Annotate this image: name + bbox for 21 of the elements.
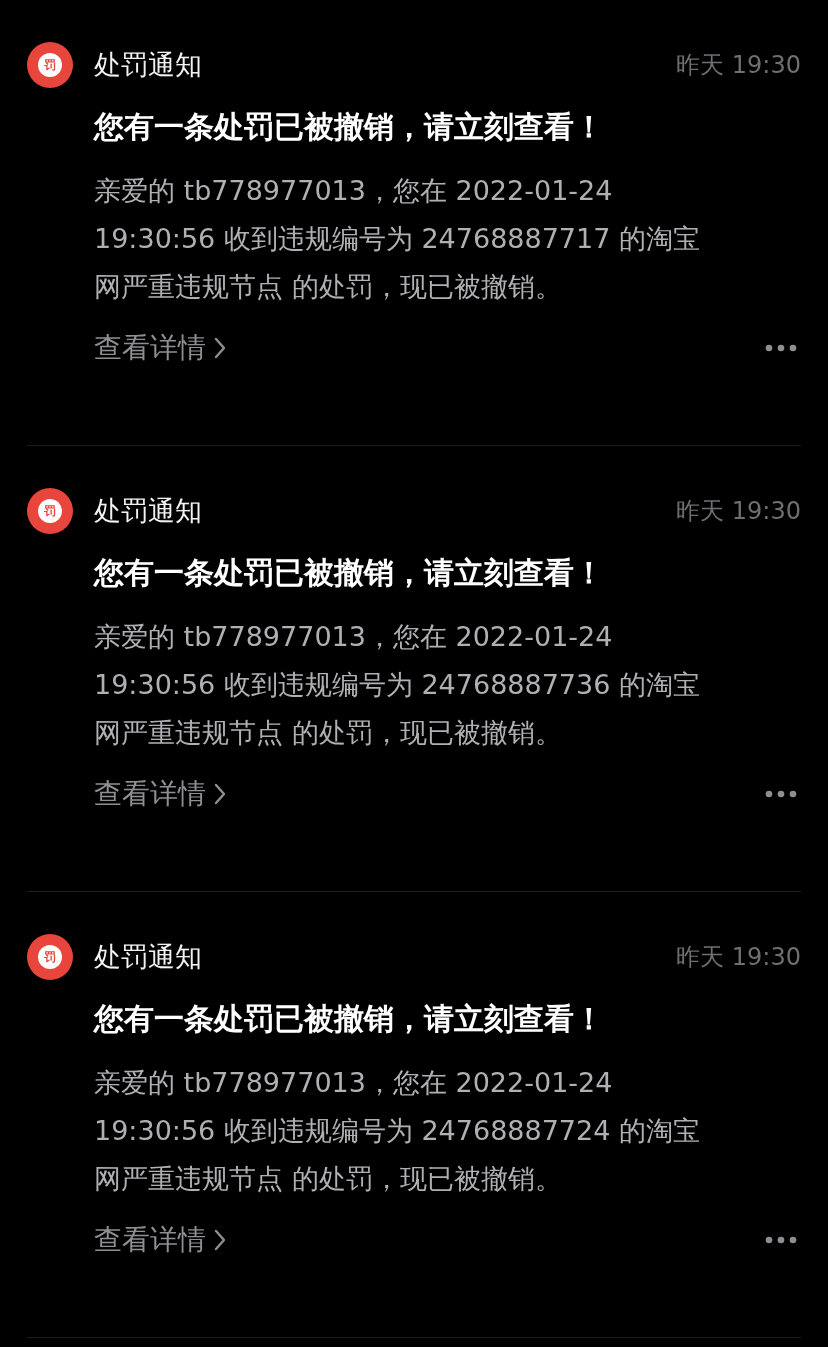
notification-title: 您有一条处罚已被撤销，请立刻查看！	[94, 554, 604, 592]
sender-name: 处罚通知	[94, 939, 202, 974]
sender-name: 处罚通知	[94, 47, 202, 82]
notification-body: 亲爱的 tb778977013，您在 2022-01-24 19:30:56 收到违规编号为 24768887724 的淘宝网严重违规节点 的处罚，现已被撤销。	[94, 1066, 701, 1196]
app-icon: 罚	[27, 42, 73, 88]
notification-title: 您有一条处罚已被撤销，请立刻查看！	[94, 1000, 604, 1038]
app-icon: 罚	[27, 934, 73, 980]
timestamp: 昨天 19:30	[676, 942, 801, 973]
notification-title: 您有一条处罚已被撤销，请立刻查看！	[94, 108, 604, 146]
view-details-link[interactable]: 查看详情	[94, 773, 226, 815]
notification-body: 亲爱的 tb778977013，您在 2022-01-24 19:30:56 收到违规编号为 24768887717 的淘宝网严重违规节点 的处罚，现已被撤销。	[94, 174, 701, 304]
timestamp: 昨天 19:30	[676, 496, 801, 527]
notification-body: 亲爱的 tb778977013，您在 2022-01-24 19:30:56 收到违规编号为 24768887736 的淘宝网严重违规节点 的处罚，现已被撤销。	[94, 620, 701, 750]
sender-name: 处罚通知	[94, 493, 202, 528]
app-icon: 罚	[27, 488, 73, 534]
view-details-link[interactable]: 查看详情	[94, 327, 226, 369]
chevron-right-icon	[214, 1229, 226, 1251]
timestamp: 昨天 19:30	[676, 50, 801, 81]
chevron-right-icon	[214, 783, 226, 805]
view-details-link[interactable]: 查看详情	[94, 1219, 226, 1261]
chevron-right-icon	[214, 337, 226, 359]
